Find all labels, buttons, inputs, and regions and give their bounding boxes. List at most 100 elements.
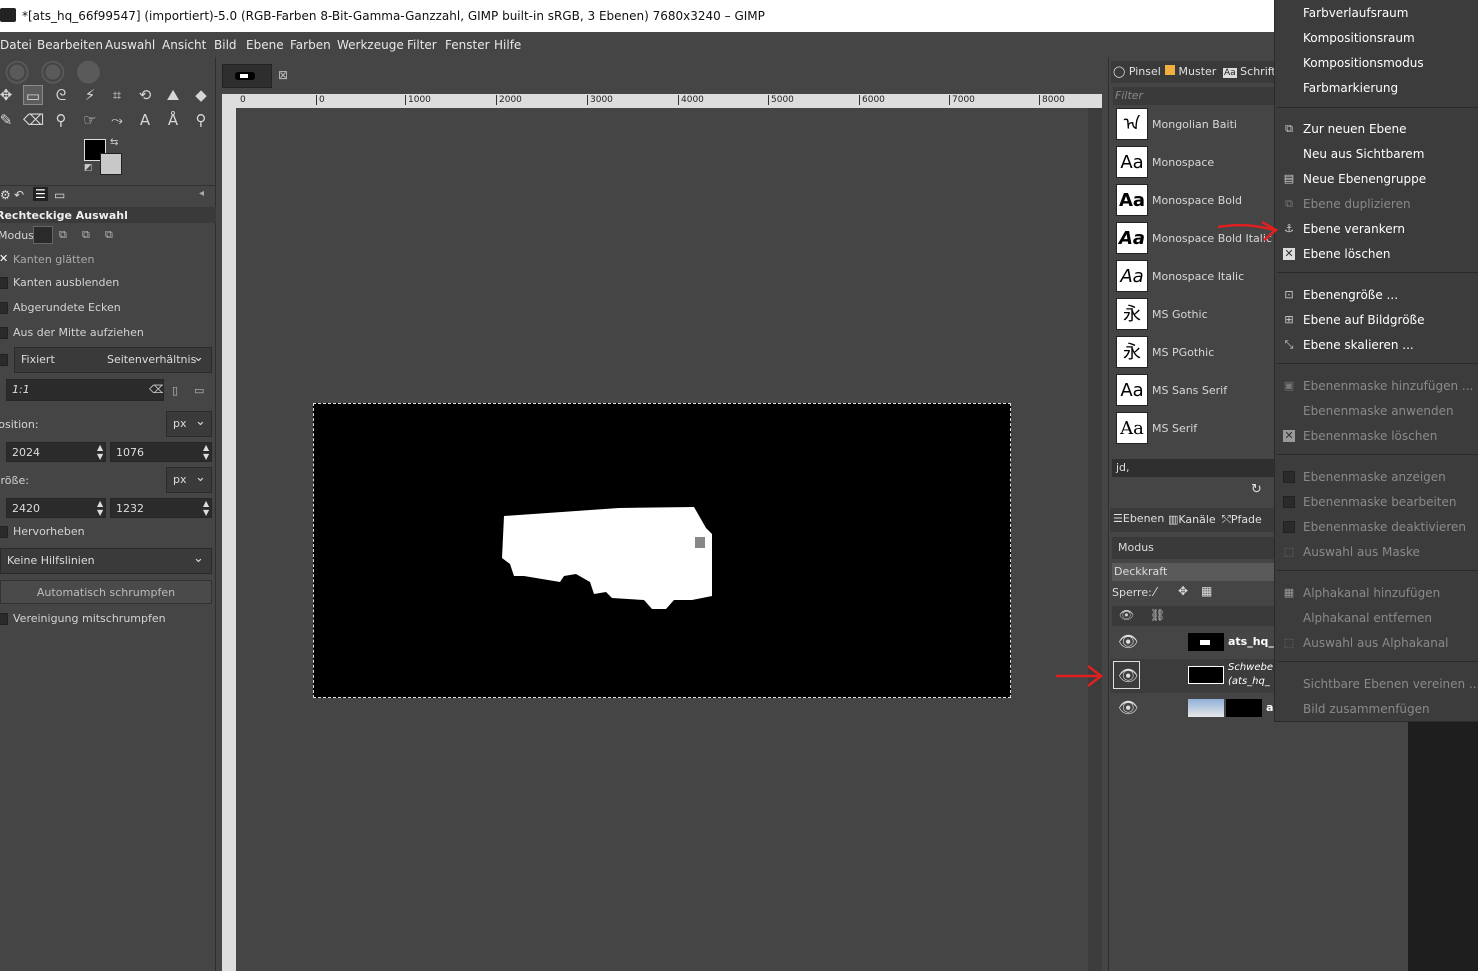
tab-brushes[interactable]: ◯ Pinsel (1113, 65, 1161, 78)
rounded-checkbox[interactable] (0, 302, 8, 314)
menu-item-ebenenmaske-bearbeiten[interactable]: Ebenenmaske bearbeiten (1303, 495, 1457, 509)
tab-layers[interactable]: ☰Ebenen (1113, 512, 1164, 525)
font-item[interactable]: Aa Monospace Bold (1114, 182, 1274, 218)
fuzzy-select-tool-icon[interactable]: ⚡ (80, 85, 100, 105)
crop-tool-icon[interactable]: ⌗ (107, 85, 127, 105)
menu-item-ebenenmaske-anzeigen[interactable]: Ebenenmaske anzeigen (1303, 470, 1446, 484)
close-tab-icon[interactable]: ⊠ (278, 68, 288, 82)
feather-checkbox[interactable] (0, 277, 8, 289)
menu-item-ebenenmaske-loeschen[interactable]: Ebenenmaske löschen (1303, 429, 1437, 443)
text-tool-icon[interactable]: A (135, 110, 155, 130)
menu-datei[interactable]: Datei (0, 38, 32, 52)
paths-tool-icon[interactable]: ⤳ (107, 110, 127, 130)
layer-row-floating[interactable]: 👁 Schwebe (ats_hq_ (1110, 659, 1274, 693)
menu-item-alphakanal-entfernen[interactable]: Alphakanal entfernen (1303, 611, 1432, 625)
highlight-checkbox[interactable] (0, 526, 8, 538)
font-item[interactable]: ᠠ Mongolian Baiti (1114, 106, 1274, 142)
menu-item-farbmarkierung[interactable]: Farbmarkierung (1303, 81, 1398, 95)
menu-item-ebene-auf-bildgroesse[interactable]: Ebene auf Bildgröße (1303, 313, 1424, 327)
font-item[interactable]: Aa MS Sans Serif (1114, 372, 1274, 408)
mode-subtract-icon[interactable]: ⧉ (82, 228, 90, 242)
spin-arrows-icon[interactable]: ▲ ▼ (203, 499, 209, 517)
smudge-tool-icon[interactable]: ☞ (80, 110, 100, 130)
menu-werkzeuge[interactable]: Werkzeuge (337, 38, 404, 52)
refresh-icon[interactable]: ↻ (1251, 482, 1262, 497)
visibility-toggle[interactable]: 👁 (1113, 661, 1140, 689)
menu-item-auswahl-aus-alphakanal[interactable]: Auswahl aus Alphakanal (1303, 636, 1449, 650)
filter-input[interactable]: Filter (1113, 87, 1275, 105)
guides-combo[interactable]: Keine Hilfslinien ⌄ (0, 548, 212, 574)
menu-item-ebenenmaske-anwenden[interactable]: Ebenenmaske anwenden (1303, 404, 1454, 418)
tool-options-tab-icon[interactable]: ⚙ (0, 188, 11, 202)
menu-bearbeiten[interactable]: Bearbeiten (37, 38, 103, 52)
font-entry-field[interactable]: jd, (1112, 459, 1274, 477)
ratio-field[interactable]: 1:1 ⌫ (6, 379, 164, 401)
tab-patterns[interactable]: Muster (1165, 65, 1216, 78)
background-color[interactable] (100, 153, 122, 175)
menu-bild[interactable]: Bild (214, 38, 237, 52)
lock-pixels-icon[interactable]: ⁄ (1154, 585, 1156, 599)
lock-position-icon[interactable]: ✥ (1178, 584, 1188, 598)
warp-tool-icon[interactable]: ⛰ (163, 85, 183, 105)
font-item[interactable]: 永 MS Gothic (1114, 296, 1274, 332)
paintbrush-tool-icon[interactable]: ✎ (0, 110, 16, 130)
menu-item-bild-zusammenfuegen[interactable]: Bild zusammenfügen (1303, 702, 1430, 716)
images-tab-icon[interactable]: ▭ (54, 188, 65, 202)
lasso-tool-icon[interactable]: ᘓ (51, 85, 71, 105)
merge-shrink-checkbox[interactable] (0, 613, 8, 625)
menu-item-ebene-loeschen[interactable]: Ebene löschen (1303, 247, 1391, 261)
layer-row[interactable]: 👁 a (1110, 693, 1274, 725)
swap-colors-icon[interactable]: ⇆ (110, 137, 118, 148)
menu-ansicht[interactable]: Ansicht (162, 38, 206, 52)
position-x-input[interactable]: 2024 ▲ ▼ (6, 442, 106, 462)
menu-hilfe[interactable]: Hilfe (494, 38, 521, 52)
menu-ebene[interactable]: Ebene (246, 38, 284, 52)
move-tool-icon[interactable]: ✥ (0, 85, 16, 105)
image-canvas[interactable] (313, 403, 1011, 698)
menu-filter[interactable]: Filter (407, 38, 437, 52)
mode-replace-button[interactable] (33, 226, 53, 244)
image-tab[interactable] (222, 64, 272, 88)
from-center-checkbox[interactable] (0, 327, 8, 339)
eraser-tool-icon[interactable]: ⌫ (23, 110, 44, 130)
fixed-checkbox[interactable] (0, 354, 8, 366)
size-width-input[interactable]: 2420 ▲ ▼ (6, 498, 106, 518)
menu-item-auswahl-aus-maske[interactable]: Auswahl aus Maske (1303, 545, 1420, 559)
menu-item-ebene-skalieren[interactable]: Ebene skalieren ... (1303, 338, 1414, 352)
menu-item-kompositionsmodus[interactable]: Kompositionsmodus (1303, 56, 1424, 70)
vertical-scrollbar[interactable] (1088, 108, 1102, 971)
eye-icon[interactable]: 👁 (1118, 698, 1138, 717)
menu-item-ebenenmaske-hinzufuegen[interactable]: Ebenenmaske hinzufügen ... (1303, 379, 1473, 393)
antialias-checkbox[interactable]: ✕ (0, 252, 8, 265)
font-item[interactable]: Aa Monospace (1114, 144, 1274, 180)
font-item[interactable]: Aa MS Serif (1114, 410, 1274, 446)
mode-intersect-icon[interactable]: ⧉ (105, 228, 113, 242)
clear-field-icon[interactable]: ⌫ (149, 383, 163, 396)
panel-menu-icon[interactable]: ◂ (199, 188, 204, 199)
layer-mode-combo[interactable]: Modus (1112, 537, 1274, 559)
measure-tool-icon[interactable]: Å (163, 110, 183, 130)
menu-farben[interactable]: Farben (290, 38, 331, 52)
menu-item-sichtbare-ebenen-vereinen[interactable]: Sichtbare Ebenen vereinen ... (1303, 677, 1478, 691)
menu-item-alphakanal-hinzufuegen[interactable]: Alphakanal hinzufügen (1303, 586, 1440, 600)
spin-arrows-icon[interactable]: ▲ ▼ (203, 443, 209, 461)
spin-arrows-icon[interactable]: ▲ ▼ (97, 443, 103, 461)
lock-alpha-icon[interactable]: ▦ (1201, 584, 1212, 598)
menu-item-ebene-duplizieren[interactable]: Ebene duplizieren (1303, 197, 1411, 211)
size-unit-combo[interactable]: px ⌄ (166, 467, 212, 493)
position-unit-combo[interactable]: px ⌄ (166, 411, 212, 437)
landscape-icon[interactable]: ▭ (194, 384, 204, 397)
undo-history-tab-icon[interactable]: ↶ (14, 188, 24, 202)
zoom-tool-icon[interactable]: ⚲ (191, 110, 211, 130)
rect-select-tool-icon[interactable]: ▭ (23, 85, 43, 105)
bucket-fill-tool-icon[interactable]: ◆ (191, 85, 211, 105)
fixed-combo[interactable]: Fixiert Seitenverhältnis ⌄ (14, 347, 212, 373)
eye-icon[interactable]: 👁 (1118, 632, 1138, 651)
menu-item-ebenenmaske-deaktivieren[interactable]: Ebenenmaske deaktivieren (1303, 520, 1466, 534)
menu-item-zur-neuen-ebene[interactable]: Zur neuen Ebene (1303, 122, 1407, 136)
menu-item-neue-ebenengruppe[interactable]: Neue Ebenengruppe (1303, 172, 1426, 186)
menu-item-neu-aus-sichtbarem[interactable]: Neu aus Sichtbarem (1303, 147, 1424, 161)
transform-tool-icon[interactable]: ⟲ (135, 85, 155, 105)
default-colors-icon[interactable]: ◩ (84, 163, 93, 173)
clone-tool-icon[interactable]: ⚲ (51, 110, 71, 130)
